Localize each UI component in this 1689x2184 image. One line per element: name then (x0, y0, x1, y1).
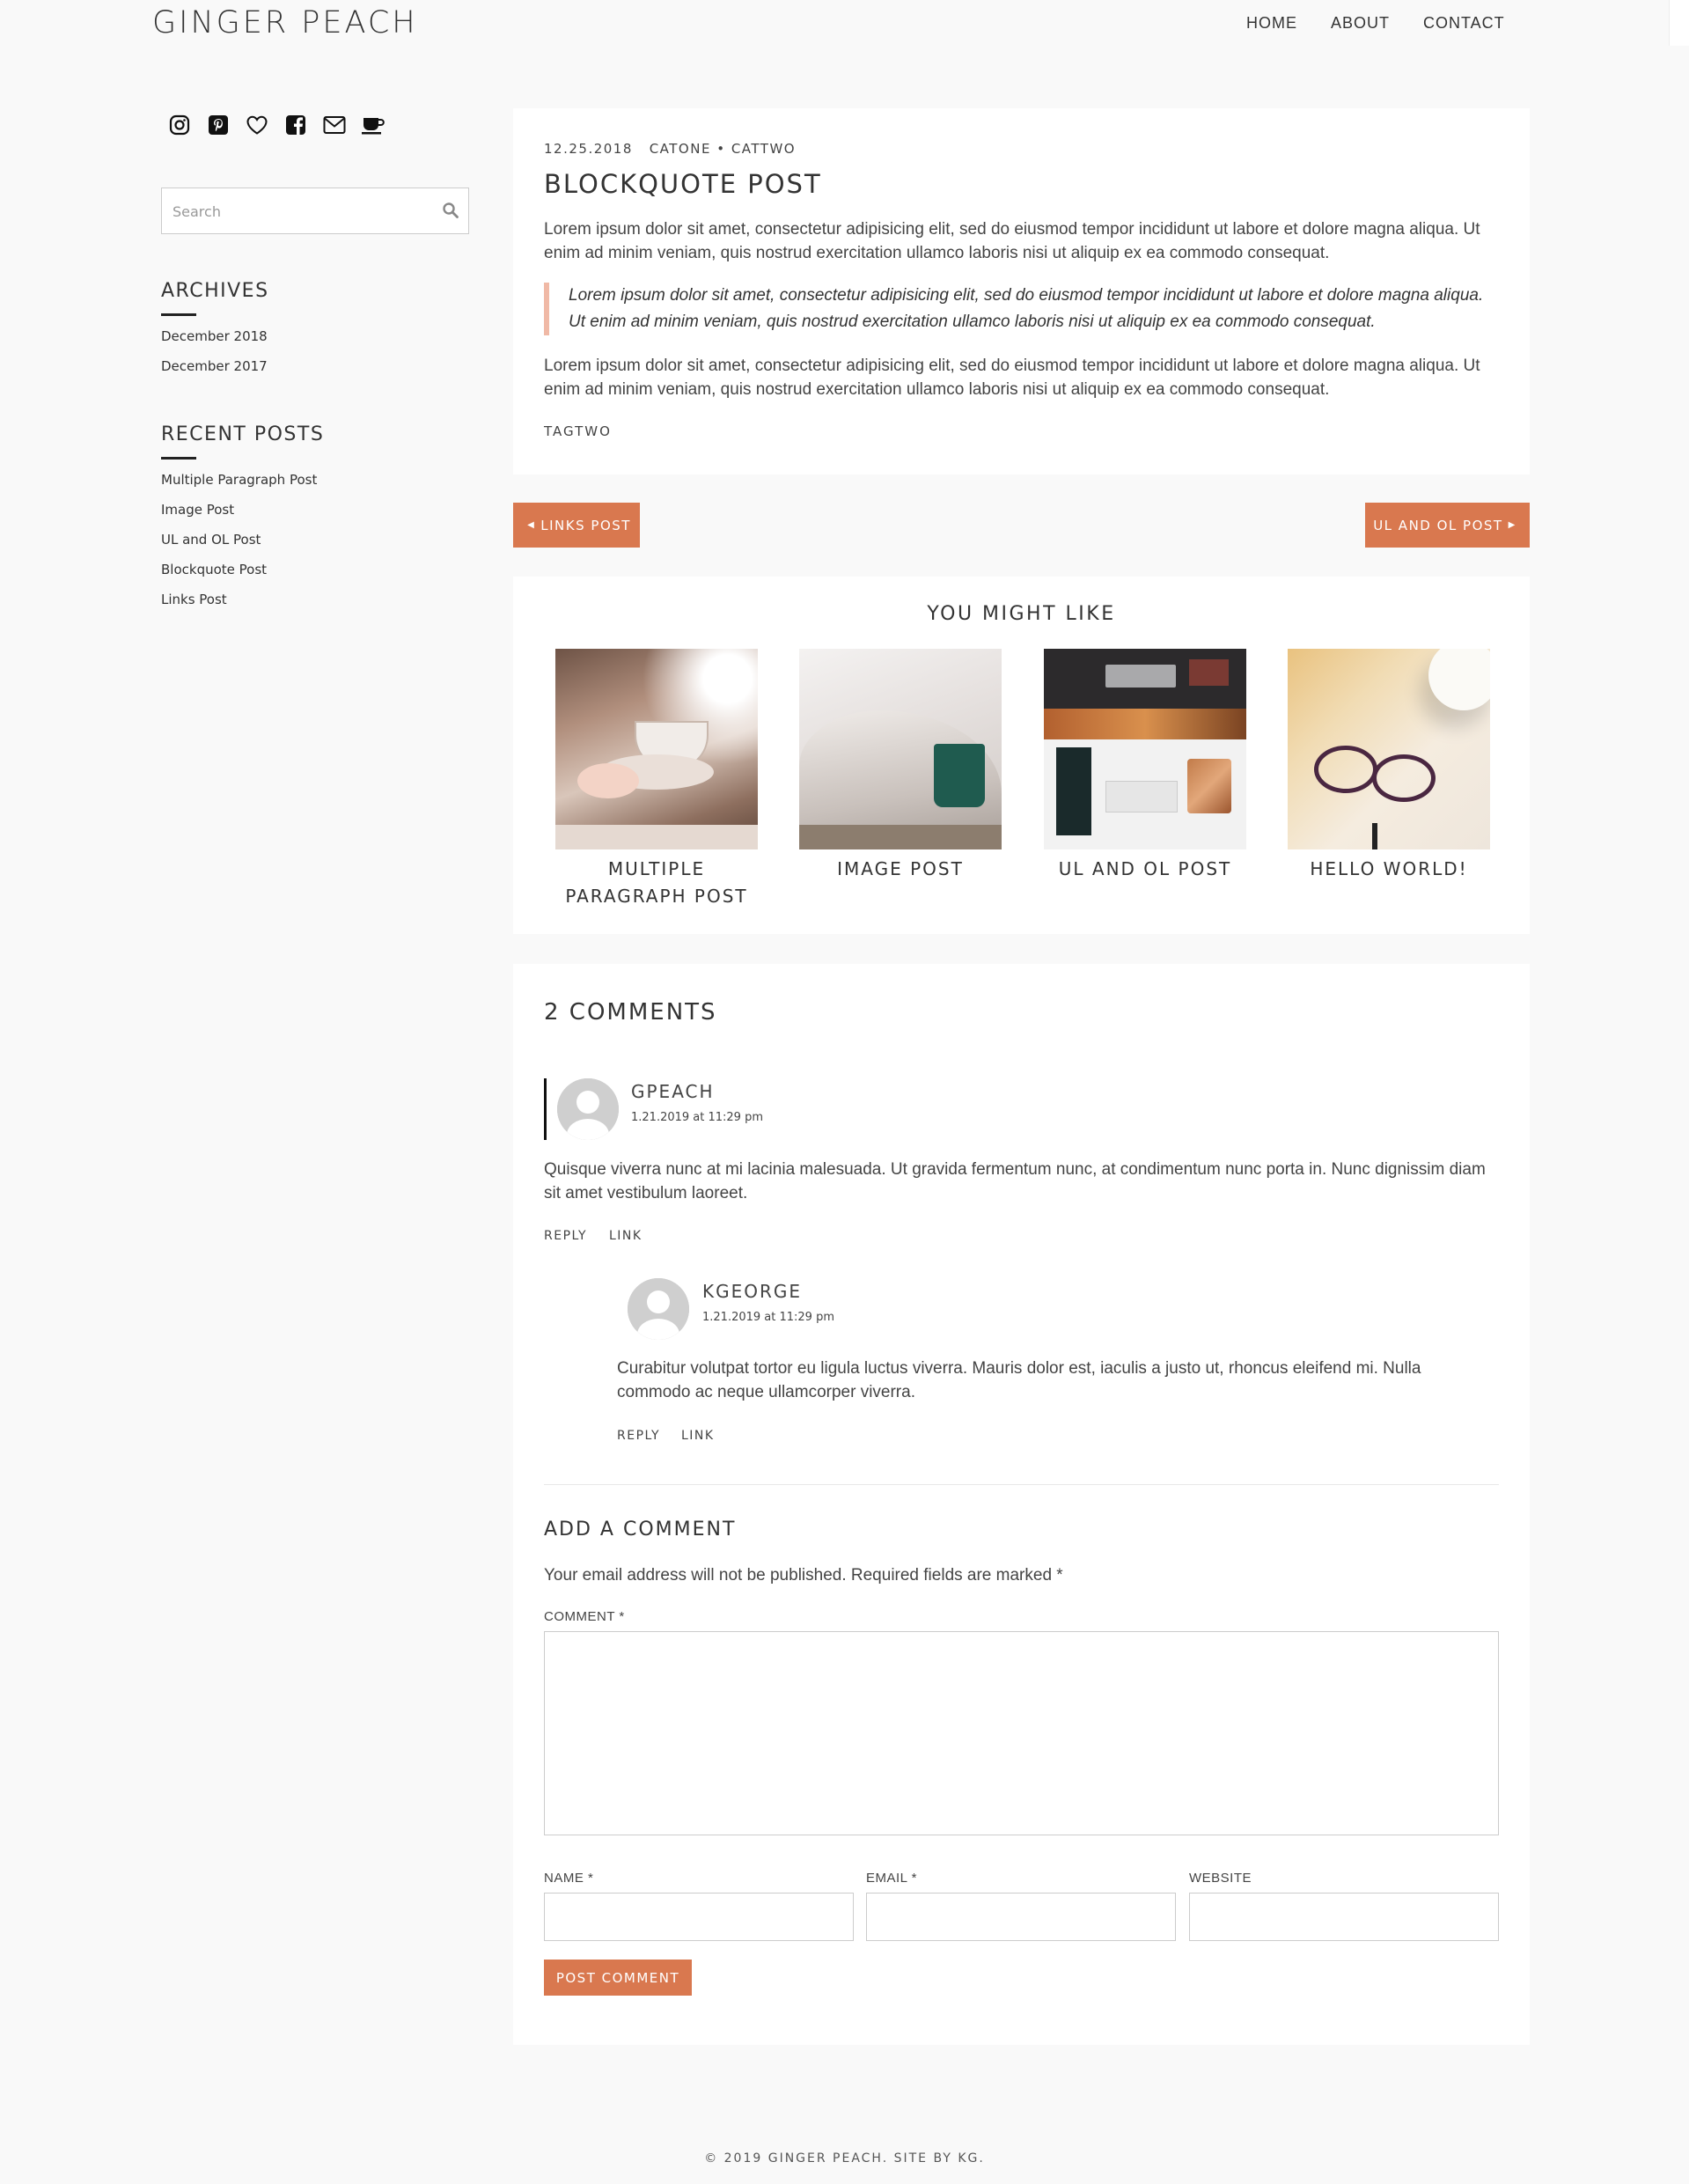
form-note: Your email address will not be published… (544, 1566, 1063, 1585)
recent-post-link[interactable]: UL and OL Post (161, 532, 261, 548)
post-meta: 12.25.2018 CATONE • CATTWO (544, 141, 796, 157)
related-title: YOU MIGHT LIKE (927, 603, 1116, 625)
caret-left-icon: ◀ (527, 520, 536, 530)
search-box (161, 188, 469, 235)
archive-link[interactable]: December 2018 (161, 328, 268, 344)
add-comment-title: ADD A COMMENT (544, 1519, 737, 1541)
archive-link[interactable]: December 2017 (161, 358, 268, 374)
nav-home[interactable]: HOME (1246, 14, 1297, 33)
search-icon[interactable] (442, 202, 459, 224)
footer-text: © 2019 GINGER PEACH. SITE BY KG. (704, 2151, 985, 2166)
mug-image[interactable] (799, 649, 1002, 849)
heart-icon[interactable] (245, 113, 269, 137)
website-field[interactable] (1189, 1893, 1499, 1941)
recent-post-link[interactable]: Image Post (161, 502, 234, 518)
comment-date[interactable]: 1.21.2019 at 11:29 pm (702, 1311, 834, 1324)
recent-post-link[interactable]: Links Post (161, 592, 227, 607)
post-date: 12.25.2018 (544, 141, 633, 157)
blockquote: Lorem ipsum dolor sit amet, consectetur … (544, 283, 1499, 335)
tea-cup-image[interactable] (555, 649, 758, 849)
coffee-icon[interactable] (361, 113, 386, 137)
footer: © 2019 GINGER PEACH. SITE BY KG. (0, 2151, 1689, 2166)
mail-icon[interactable] (322, 113, 347, 137)
website-label: WEBSITE (1189, 1871, 1252, 1886)
related-posts-card: YOU MIGHT LIKE MULTIPLE PARAGRAPH POST I… (513, 577, 1530, 934)
comment-text: Quisque viverra nunc at mi lacinia males… (544, 1160, 1486, 1202)
recent-post-link[interactable]: Multiple Paragraph Post (161, 472, 317, 488)
comment-author: GPEACH (631, 1081, 715, 1102)
social-links (167, 113, 386, 137)
related-post[interactable]: MULTIPLE PARAGRAPH POST (555, 649, 758, 910)
comment-author: KGEORGE (702, 1281, 803, 1302)
related-post-title: MULTIPLE PARAGRAPH POST (565, 858, 748, 907)
post-comment-button[interactable]: POST COMMENT (544, 1960, 692, 1996)
post-categories[interactable]: CATONE • CATTWO (650, 141, 796, 157)
comments-title: 2 COMMENTS (544, 999, 717, 1026)
related-post-title: UL AND OL POST (1058, 858, 1232, 879)
divider (544, 1484, 1499, 1485)
glasses-image[interactable] (1288, 649, 1490, 849)
desk-image[interactable] (1044, 649, 1246, 849)
comment-date[interactable]: 1.21.2019 at 11:29 pm (631, 1111, 763, 1124)
email-field[interactable] (866, 1893, 1176, 1941)
comment-marker (544, 1078, 547, 1140)
facebook-icon[interactable] (283, 113, 308, 137)
recent-posts-rule (161, 457, 196, 460)
related-post[interactable]: HELLO WORLD! (1288, 649, 1490, 883)
nav-about[interactable]: ABOUT (1331, 14, 1390, 33)
archives-rule (161, 313, 196, 316)
post-card: 12.25.2018 CATONE • CATTWO BLOCKQUOTE PO… (513, 108, 1530, 474)
related-post[interactable]: IMAGE POST (799, 649, 1002, 883)
related-post-title: IMAGE POST (837, 858, 964, 879)
recent-posts-title: RECENT POSTS (161, 423, 325, 445)
comment-permalink[interactable]: LINK (609, 1229, 643, 1243)
avatar (628, 1278, 689, 1340)
post-paragraph: Lorem ipsum dolor sit amet, consectetur … (544, 357, 1480, 399)
pinterest-icon[interactable] (206, 113, 231, 137)
caret-right-icon: ▶ (1508, 520, 1516, 530)
comments-card: 2 COMMENTS GPEACH 1.21.2019 at 11:29 pm … (513, 964, 1530, 2045)
comment-permalink[interactable]: LINK (681, 1429, 715, 1443)
post-title: BLOCKQUOTE POST (544, 169, 822, 199)
archives-title: ARCHIVES (161, 280, 269, 302)
next-post-label: UL AND OL POST (1373, 517, 1503, 533)
edge-tab (1669, 0, 1689, 46)
related-post[interactable]: UL AND OL POST (1044, 649, 1246, 883)
reply-link[interactable]: REPLY (544, 1229, 587, 1243)
comment-textarea[interactable] (544, 1631, 1499, 1835)
search-input[interactable] (171, 188, 430, 235)
instagram-icon[interactable] (167, 113, 192, 137)
prev-post-button[interactable]: ◀ LINKS POST (513, 503, 640, 548)
comment-text: Curabitur volutpat tortor eu ligula luct… (617, 1359, 1421, 1401)
recent-post-link[interactable]: Blockquote Post (161, 562, 267, 577)
related-post-title: HELLO WORLD! (1310, 858, 1468, 879)
reply-link[interactable]: REPLY (617, 1429, 660, 1443)
next-post-button[interactable]: UL AND OL POST ▶ (1365, 503, 1530, 548)
prev-post-label: LINKS POST (540, 517, 631, 533)
comment-label: COMMENT * (544, 1609, 625, 1624)
email-label: EMAIL * (866, 1871, 917, 1886)
nav-contact[interactable]: CONTACT (1423, 14, 1505, 33)
name-field[interactable] (544, 1893, 854, 1941)
name-label: NAME * (544, 1871, 594, 1886)
site-title[interactable]: GINGER PEACH (152, 5, 418, 40)
post-paragraph: Lorem ipsum dolor sit amet, consectetur … (544, 220, 1480, 262)
avatar (557, 1078, 619, 1140)
post-tag[interactable]: TAGTWO (544, 423, 612, 439)
